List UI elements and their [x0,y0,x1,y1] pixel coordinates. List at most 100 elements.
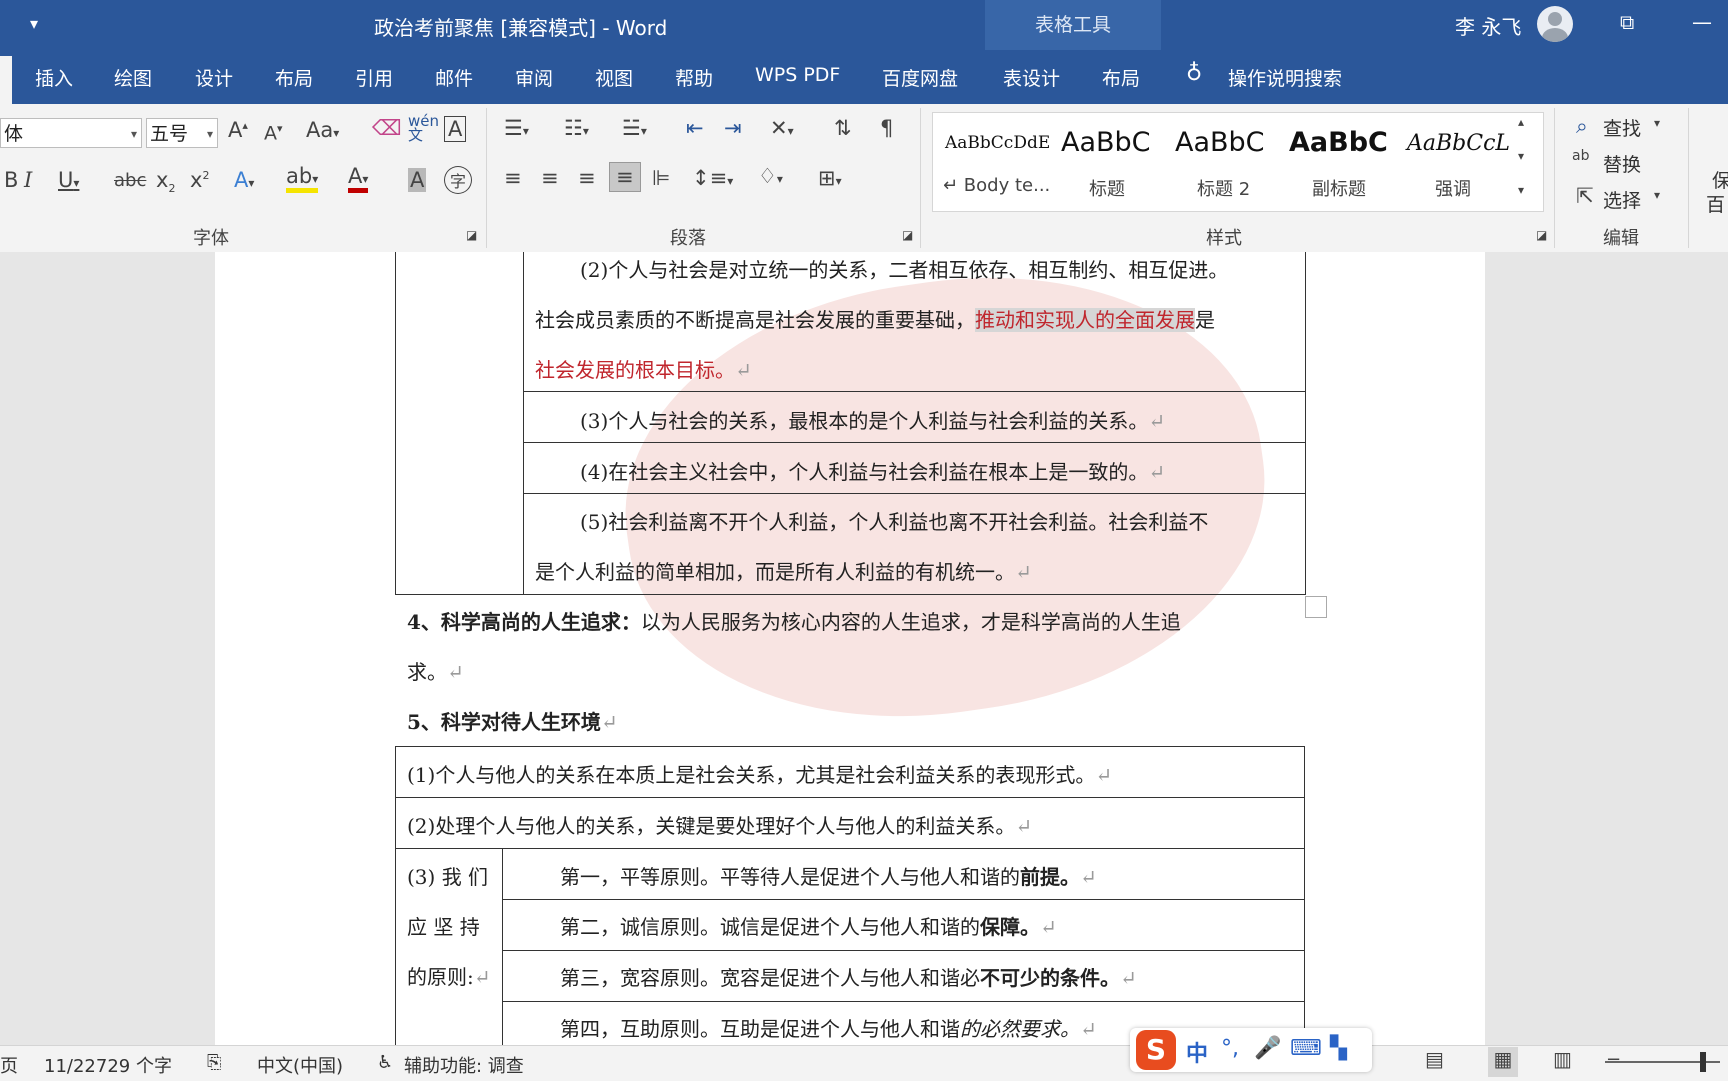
gallery-scroll-up-icon[interactable]: ▴ [1518,115,1524,129]
underline-icon[interactable]: U▾ [58,168,79,192]
tab-insert[interactable]: 插入 [35,64,73,91]
section-4-continuation[interactable]: 求。↵ [407,656,464,685]
tab-references[interactable]: 引用 [355,64,393,91]
tab-table-design[interactable]: 表设计 [1003,64,1060,91]
tab-baidu-netdisk[interactable]: 百度网盘 [882,64,958,91]
phonetic-guide-icon[interactable]: wén 文 [408,114,439,143]
print-layout-icon[interactable]: ▦ [1488,1047,1518,1077]
principle-4[interactable]: 第四，互助原则。互助是促进个人与他人和谐的必然要求。↵ [560,1013,1097,1042]
table2-cell-text[interactable]: (2)处理个人与他人的关系，关键是要处理好个人与他人的利益关系。↵ [407,810,1032,839]
change-case-icon[interactable]: Aa▾ [306,118,339,142]
section-5-heading[interactable]: 5、科学对待人生环境↵ [407,706,618,735]
microphone-icon[interactable]: 🎤 [1254,1036,1281,1061]
page-indicator[interactable]: 页 [0,1052,18,1078]
table1-cell-text[interactable]: (4)在社会主义社会中，个人利益与社会利益在根本上是一致的。↵ [580,456,1165,485]
principle-1[interactable]: 第一，平等原则。平等待人是促进个人与他人和谐的前提。↵ [560,861,1097,890]
table2-cell-text[interactable]: (1)个人与他人的关系在本质上是社会关系，尤其是社会利益关系的表现形式。↵ [407,759,1112,788]
minimize-icon[interactable]: — [1692,10,1712,34]
line-spacing-icon[interactable]: ↕≡▾ [692,166,733,190]
show-formatting-marks-icon[interactable]: ¶ [880,116,893,140]
character-border-icon[interactable]: A [444,116,467,142]
bullets-icon[interactable]: ☰▾ [504,116,529,140]
user-name[interactable]: 李 永飞 [1455,11,1521,40]
decrease-indent-icon[interactable]: ⇤ [686,116,704,140]
ime-mode-label[interactable]: 中 [1186,1036,1208,1068]
proofing-icon[interactable]: ⎘ [207,1052,221,1073]
align-center-icon[interactable]: ≡ [541,166,559,190]
sort-icon[interactable]: ⇅ [834,116,852,140]
table1-cell-text[interactable]: (2)个人与社会是对立统一的关系，二者相互依存、相互制约、相互促进。 [580,254,1228,283]
save-to-baidu-label[interactable]: 保 [1712,166,1728,193]
zoom-slider-thumb[interactable] [1700,1052,1706,1072]
table-resize-handle[interactable] [1305,596,1327,618]
italic-icon[interactable]: I [24,168,32,192]
tab-review[interactable]: 审阅 [515,64,553,91]
clear-formatting-icon[interactable]: ⌫ [372,116,402,140]
superscript-icon[interactable]: x2 [190,168,209,192]
distributed-icon[interactable]: ⊫ [652,166,670,190]
active-tab-edge[interactable] [0,56,12,104]
borders-icon[interactable]: ⊞▾ [818,166,842,190]
grow-font-icon[interactable]: A▴ [228,118,248,142]
align-left-icon[interactable]: ≡ [504,166,522,190]
styles-dialog-launcher-icon[interactable]: ◪ [1536,228,1547,242]
shrink-font-icon[interactable]: A▾ [264,122,283,144]
principle-3[interactable]: 第三，宽容原则。宽容是促进个人与他人和谐必不可少的条件。↵ [560,962,1137,991]
table2-cell-text[interactable]: (3) 我 们 [407,861,488,890]
tab-wps-pdf[interactable]: WPS PDF [755,64,840,86]
table1-cell-text[interactable]: 是个人利益的简单相加，而是所有人利益的有机统一。↵ [535,556,1032,585]
highlight-color-icon[interactable]: ab▾ [286,164,319,193]
tab-layout[interactable]: 布局 [275,64,313,91]
principle-2[interactable]: 第二，诚信原则。诚信是促进个人与他人和谐的保障。↵ [560,911,1057,940]
document-page[interactable]: (2)个人与社会是对立统一的关系，二者相互依存、相互制约、相互促进。 社会成员素… [215,252,1485,1045]
word-count[interactable]: 11/22729 个字 [44,1052,172,1078]
shading-icon[interactable]: ♢▾ [758,164,783,188]
section-4-heading[interactable]: 4、科学高尚的人生追求：以为人民服务为核心内容的人生追求，才是科学高尚的人生追 [407,606,1181,635]
font-dialog-launcher-icon[interactable]: ◪ [466,228,477,242]
read-mode-icon[interactable]: ▤ [1425,1047,1455,1077]
table1-cell-text[interactable]: 社会成员素质的不断提高是社会发展的重要基础，推动和实现人的全面发展是 [535,304,1215,333]
ime-toolbar[interactable]: S 中 °, 🎤 ⌨ ▚ [1130,1028,1372,1072]
strikethrough-icon[interactable]: abc [114,170,146,191]
web-layout-icon[interactable]: ▥ [1553,1047,1583,1077]
toolbox-icon[interactable]: ▚ [1330,1036,1347,1061]
character-shading-icon[interactable]: A [408,168,427,192]
accessibility-status[interactable]: 辅助功能: 调查 [404,1052,524,1078]
numbering-icon[interactable]: ☷▾ [564,116,589,140]
enclose-characters-icon[interactable]: 字 [444,166,473,194]
chinese-layout-icon[interactable]: ✕▾ [770,116,794,140]
tell-me-search[interactable]: 操作说明搜索 [1228,64,1342,91]
ribbon-display-options-icon[interactable]: ⧉ [1620,10,1634,34]
subscript-icon[interactable]: x2 [156,168,175,195]
bold-icon[interactable]: B [4,168,18,192]
multilevel-list-icon[interactable]: ☱▾ [622,116,647,140]
table1-cell-text[interactable]: (3)个人与社会的关系，最根本的是个人利益与社会利益的关系。↵ [580,405,1165,434]
zoom-out-icon[interactable]: − [1606,1049,1636,1079]
tab-help[interactable]: 帮助 [675,64,713,91]
text-effects-icon[interactable]: A▾ [234,168,254,192]
font-color-icon[interactable]: A▾ [348,164,369,193]
keyboard-icon[interactable]: ⌨ [1290,1036,1322,1061]
increase-indent-icon[interactable]: ⇥ [724,116,742,140]
table1-cell-text[interactable]: (5)社会利益离不开个人利益，个人利益也离不开社会利益。社会利益不 [580,506,1208,535]
tab-view[interactable]: 视图 [595,64,633,91]
table2-cell-text[interactable]: 的原则:↵ [407,961,491,990]
save-to-baidu-label-2[interactable]: 百 [1706,190,1725,217]
justify-icon[interactable]: ≡ [609,162,641,192]
font-name-combo[interactable]: 体 ▾ [0,118,142,148]
gallery-scroll-down-icon[interactable]: ▾ [1518,149,1524,163]
paragraph-dialog-launcher-icon[interactable]: ◪ [902,228,913,242]
quick-access-dropdown-icon[interactable]: ▾ [30,14,38,33]
ime-punctuation-label[interactable]: °, [1221,1036,1239,1061]
avatar[interactable] [1537,6,1573,42]
gallery-more-icon[interactable]: ▾ [1518,183,1524,197]
sogou-logo-icon[interactable]: S [1136,1030,1176,1070]
document-workspace[interactable]: (2)个人与社会是对立统一的关系，二者相互依存、相互制约、相互促进。 社会成员素… [0,252,1728,1045]
tab-mailings[interactable]: 邮件 [435,64,473,91]
table1-cell-text[interactable]: 社会发展的根本目标。↵ [535,354,752,383]
font-size-combo[interactable]: 五号 ▾ [146,118,218,148]
tab-design[interactable]: 设计 [195,64,233,91]
align-right-icon[interactable]: ≡ [578,166,596,190]
language-indicator[interactable]: 中文(中国) [257,1052,343,1078]
tab-draw[interactable]: 绘图 [114,64,152,91]
